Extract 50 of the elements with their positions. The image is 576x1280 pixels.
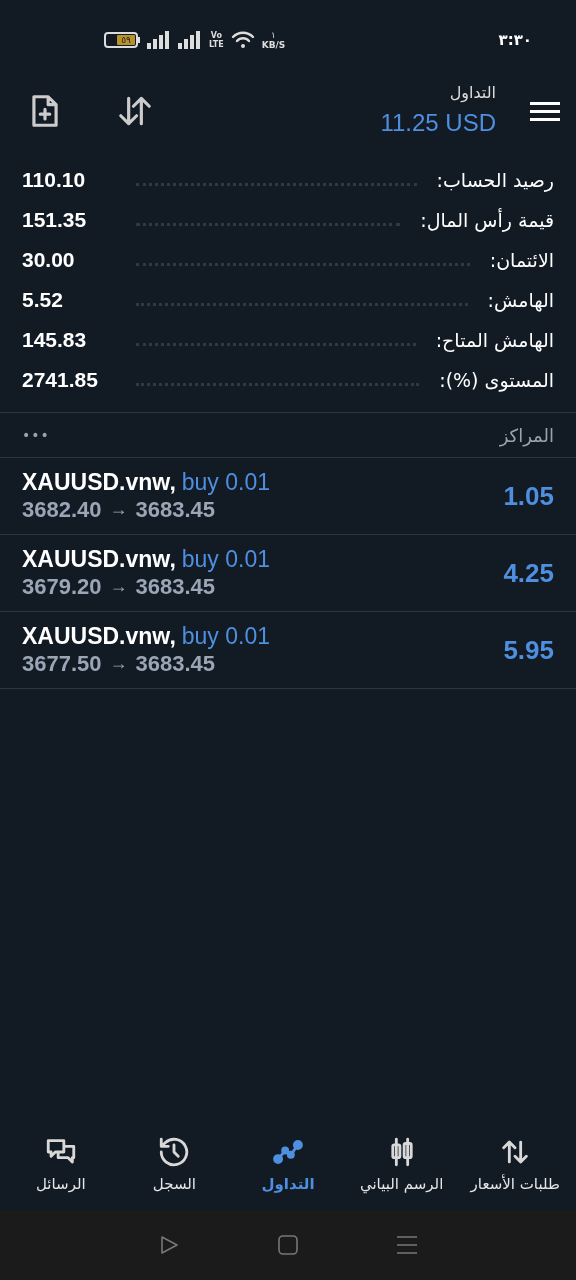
- more-button[interactable]: •••: [22, 424, 50, 446]
- account-label: المستوى (%):: [439, 367, 554, 394]
- account-value: 151.35: [22, 207, 88, 234]
- account-label: الهامش المتاح:: [435, 327, 554, 354]
- order-type: buy 0.01: [181, 623, 271, 650]
- nav-tab[interactable]: التداول: [231, 1134, 345, 1196]
- current-price: 3683.45: [135, 573, 216, 600]
- order-type: buy 0.01: [181, 546, 271, 573]
- profit: 4.25: [503, 556, 554, 590]
- profit: 1.05: [503, 479, 554, 513]
- nav-tab[interactable]: السجل: [117, 1134, 232, 1196]
- signal-icon: [147, 31, 171, 49]
- account-label: رصيد الحساب:: [436, 167, 554, 194]
- account-label: الائتمان:: [489, 247, 554, 273]
- order-type: buy 0.01: [181, 469, 271, 496]
- open-price: 3679.20: [22, 573, 102, 600]
- account-value: 110.10: [22, 167, 87, 194]
- current-price: 3683.45: [135, 650, 216, 677]
- nav-tab[interactable]: الرسم البياني: [344, 1134, 459, 1196]
- network-label: Vo LTE: [209, 31, 224, 49]
- clock: ٣:٣٠: [498, 29, 532, 51]
- home-icon[interactable]: [277, 1234, 299, 1256]
- current-price: 3683.45: [135, 496, 216, 523]
- symbol: XAUUSD.vnw,: [22, 623, 176, 650]
- account-value: 145.83: [22, 327, 88, 354]
- back-icon[interactable]: [158, 1234, 181, 1256]
- arrow: →: [109, 575, 128, 598]
- speed-unit: KB/S: [261, 40, 286, 50]
- symbol: XAUUSD.vnw,: [22, 546, 176, 573]
- nav-tab[interactable]: طلبات الأسعار: [458, 1134, 572, 1196]
- balance: 11.25 USD: [380, 108, 496, 138]
- signal-icon: [178, 31, 202, 49]
- wifi-icon: [230, 30, 255, 50]
- speed-value: ١: [271, 30, 276, 40]
- screen-title: التداول: [449, 82, 496, 105]
- battery-level: ٥٩: [121, 35, 131, 45]
- arrow: →: [109, 652, 128, 675]
- symbol: XAUUSD.vnw,: [22, 469, 176, 496]
- open-price: 3682.40: [22, 496, 102, 523]
- account-label: قيمة رأس المال:: [420, 207, 554, 234]
- section-title: المراكز: [499, 423, 554, 449]
- profit: 5.95: [503, 633, 554, 667]
- arrow: →: [109, 498, 128, 521]
- nav-tab[interactable]: الرسائل: [4, 1134, 118, 1196]
- account-value: 5.52: [22, 287, 64, 314]
- menu-icon[interactable]: [395, 1234, 418, 1256]
- account-value: 30.00: [22, 247, 76, 274]
- open-price: 3677.50: [22, 650, 102, 677]
- account-value: 2741.85: [22, 367, 99, 394]
- account-label: الهامش:: [487, 287, 554, 314]
